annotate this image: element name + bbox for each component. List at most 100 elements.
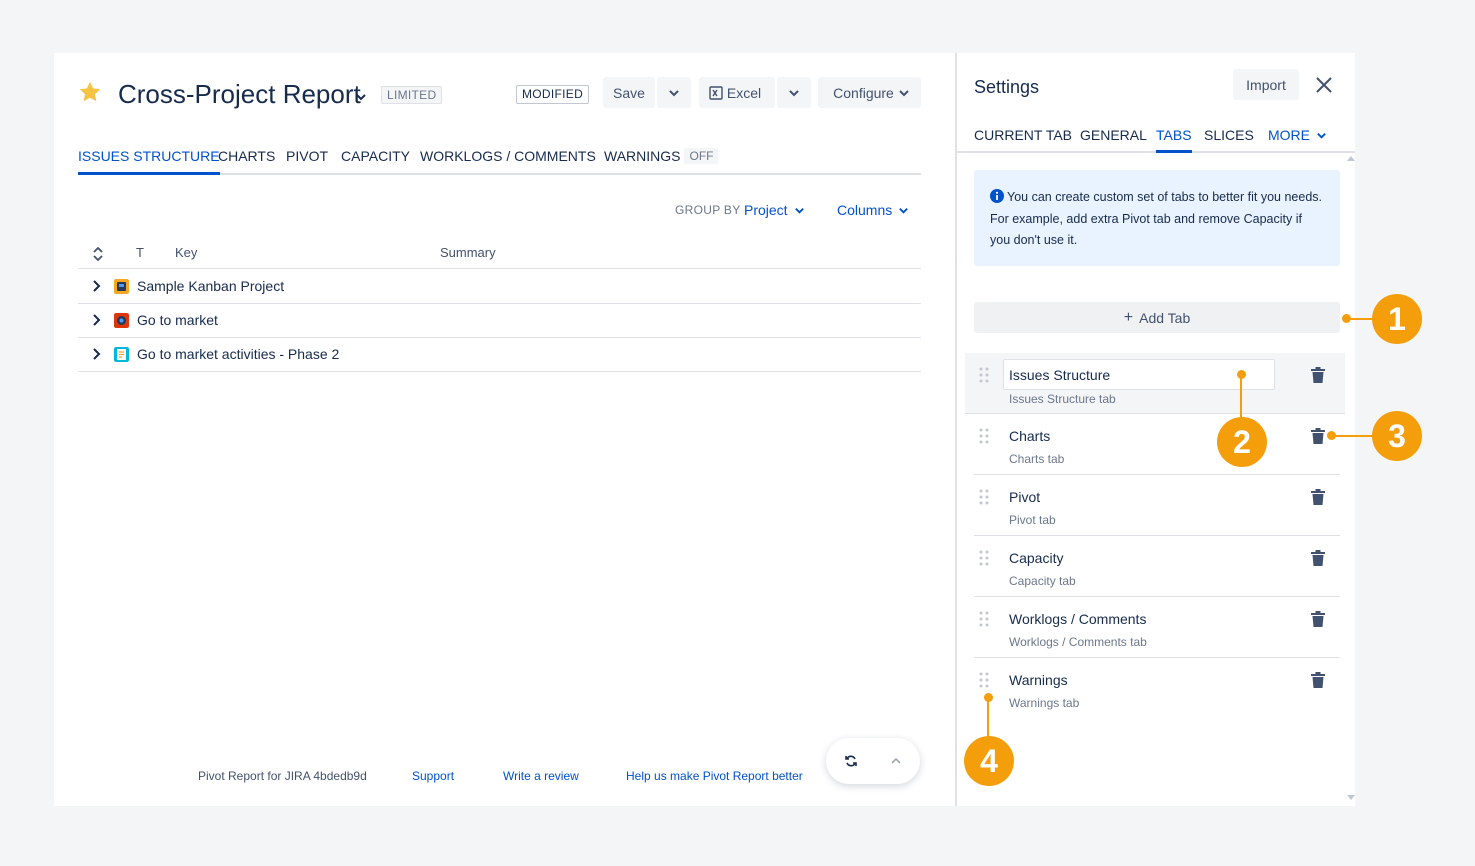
- tab-item-name[interactable]: Charts: [1009, 428, 1050, 444]
- trash-icon[interactable]: [1311, 489, 1325, 505]
- limited-badge: LIMITED: [381, 86, 443, 104]
- tab-item-name[interactable]: Capacity: [1009, 550, 1063, 566]
- chevron-right-icon[interactable]: [92, 348, 102, 360]
- configure-button-label: Configure: [833, 84, 894, 101]
- table-row[interactable]: Go to market activities - Phase 2: [78, 338, 921, 372]
- column-header-key[interactable]: Key: [175, 245, 197, 260]
- add-tab-button[interactable]: + Add Tab: [974, 302, 1340, 333]
- excel-icon: [709, 85, 723, 100]
- tab-capacity[interactable]: CAPACITY: [341, 147, 410, 175]
- callout-line: [1240, 375, 1242, 417]
- save-button[interactable]: Save: [603, 77, 655, 108]
- settings-tab-label: TABS: [1156, 127, 1192, 143]
- callout-badge: 2: [1217, 417, 1267, 467]
- trash-icon[interactable]: [1311, 428, 1325, 444]
- notepad-project-icon: [114, 347, 129, 362]
- footer-help-link[interactable]: Help us make Pivot Report better: [626, 769, 803, 783]
- table-row[interactable]: Sample Kanban Project: [78, 270, 921, 304]
- configure-button[interactable]: Configure: [818, 77, 921, 108]
- save-dropdown-button[interactable]: [657, 77, 691, 108]
- tab-item: Issues Structure tab: [965, 353, 1345, 414]
- chevron-right-icon[interactable]: [92, 280, 102, 292]
- add-tab-label: Add Tab: [1139, 309, 1191, 326]
- tab-worklogs-comments[interactable]: WORKLOGS / COMMENTS: [420, 147, 596, 175]
- import-button-label: Import: [1246, 76, 1286, 93]
- scroll-down-arrow[interactable]: [1347, 795, 1355, 801]
- tab-label: PIVOT: [286, 148, 329, 164]
- tab-name-input[interactable]: [1003, 359, 1275, 390]
- drag-handle-icon[interactable]: [979, 550, 989, 566]
- page-title: Cross-Project Report: [118, 79, 361, 109]
- chevron-down-icon: [669, 89, 679, 96]
- columns-label: Columns: [837, 202, 893, 218]
- trash-icon[interactable]: [1311, 367, 1325, 383]
- drag-handle-icon[interactable]: [979, 489, 989, 505]
- footer-review-link[interactable]: Write a review: [503, 769, 579, 783]
- excel-dropdown-button[interactable]: [777, 77, 811, 108]
- star-icon[interactable]: [78, 80, 102, 104]
- tab-item-name[interactable]: Warnings: [1009, 672, 1068, 688]
- import-button[interactable]: Import: [1233, 69, 1299, 100]
- report-tabs: ISSUES STRUCTURE CHARTS PIVOT CAPACITY W…: [78, 147, 921, 175]
- trash-icon[interactable]: [1311, 672, 1325, 688]
- settings-tab-general[interactable]: GENERAL: [1080, 127, 1147, 153]
- drag-handle-icon[interactable]: [979, 672, 989, 688]
- report-header: Cross-Project Report LIMITED MODIFIED Sa…: [78, 77, 921, 111]
- column-header-summary[interactable]: Summary: [440, 245, 496, 260]
- floating-actions: [826, 738, 920, 784]
- settings-tab-label: MORE: [1268, 127, 1310, 143]
- footer-support-link[interactable]: Support: [412, 769, 454, 783]
- expand-collapse-all-icon[interactable]: [93, 247, 103, 261]
- info-icon: [990, 189, 1004, 203]
- callout-badge: 1: [1372, 294, 1422, 344]
- tab-item-subtitle: Capacity tab: [1009, 574, 1076, 588]
- settings-tab-slices[interactable]: SLICES: [1204, 127, 1254, 153]
- tab-warnings[interactable]: WARNINGS OFF: [604, 147, 719, 175]
- callout-badge: 4: [964, 736, 1014, 786]
- tab-pivot[interactable]: PIVOT: [286, 147, 328, 175]
- chevron-down-icon: [899, 89, 909, 96]
- tab-item-name[interactable]: Pivot: [1009, 489, 1040, 505]
- drag-handle-icon[interactable]: [979, 611, 989, 627]
- row-title: Go to market: [137, 312, 218, 328]
- settings-tab-tabs[interactable]: TABS: [1156, 127, 1192, 153]
- tab-issues-structure[interactable]: ISSUES STRUCTURE: [78, 147, 220, 175]
- settings-tab-label: GENERAL: [1080, 127, 1147, 143]
- scroll-up-arrow[interactable]: [1347, 155, 1355, 161]
- trash-icon[interactable]: [1311, 550, 1325, 566]
- tab-charts[interactable]: CHARTS: [218, 147, 275, 175]
- groupby-project-dropdown[interactable]: Project: [744, 202, 805, 218]
- tab-item: Charts Charts tab: [974, 414, 1340, 475]
- settings-tabs: CURRENT TAB GENERAL TABS SLICES MORE: [957, 127, 1355, 153]
- tab-item-subtitle: Issues Structure tab: [1009, 392, 1116, 406]
- tab-item: Worklogs / Comments Worklogs / Comments …: [974, 597, 1340, 658]
- tab-item-name[interactable]: Worklogs / Comments: [1009, 611, 1146, 627]
- close-icon[interactable]: [1315, 76, 1333, 94]
- chevron-down-icon: [899, 207, 909, 214]
- settings-tab-current-tab[interactable]: CURRENT TAB: [974, 127, 1072, 153]
- footer-version: Pivot Report for JIRA 4bdedb9d: [198, 769, 367, 783]
- drag-handle-icon[interactable]: [979, 428, 989, 444]
- columns-dropdown[interactable]: Columns: [837, 202, 909, 218]
- chevron-down-icon[interactable]: [355, 91, 367, 103]
- chevron-up-icon[interactable]: [889, 754, 903, 768]
- settings-tab-more[interactable]: MORE: [1268, 127, 1327, 153]
- column-header-type[interactable]: T: [136, 245, 144, 260]
- tab-item: Warnings Warnings tab: [974, 658, 1340, 719]
- report-card: Cross-Project Report LIMITED MODIFIED Sa…: [54, 53, 955, 806]
- kanban-project-icon: [114, 279, 129, 294]
- callout-badge: 3: [1372, 411, 1422, 461]
- settings-title: Settings: [974, 77, 1040, 97]
- tab-label: WARNINGS: [604, 148, 681, 164]
- refresh-icon[interactable]: [844, 754, 858, 768]
- drag-handle-icon[interactable]: [979, 367, 989, 383]
- chevron-right-icon[interactable]: [92, 314, 102, 326]
- tab-item: Pivot Pivot tab: [974, 475, 1340, 536]
- tab-label: CHARTS: [218, 148, 276, 164]
- tab-item: Capacity Capacity tab: [974, 536, 1340, 597]
- table-row[interactable]: Go to market: [78, 304, 921, 338]
- table-header: T Key Summary: [78, 239, 921, 269]
- excel-button[interactable]: Excel: [699, 77, 775, 108]
- tab-label: CAPACITY: [341, 148, 410, 164]
- trash-icon[interactable]: [1311, 611, 1325, 627]
